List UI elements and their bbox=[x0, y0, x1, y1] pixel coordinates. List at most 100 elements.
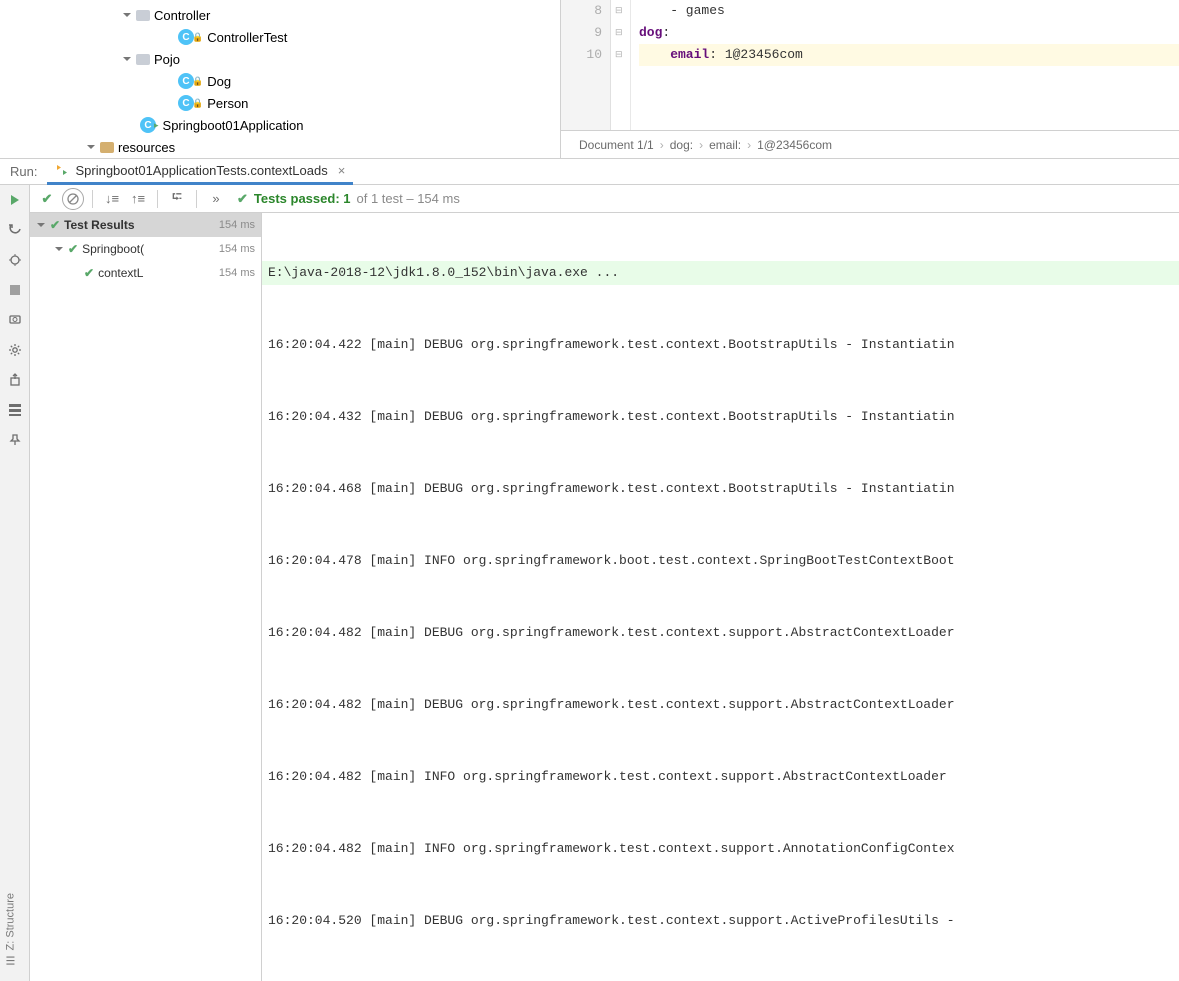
test-tree-root[interactable]: ✔ Test Results 154 ms bbox=[30, 213, 261, 237]
test-time: 154 ms bbox=[219, 243, 261, 255]
fold-column[interactable]: ⊟ ⊟ ⊟ bbox=[611, 0, 631, 130]
test-config-icon bbox=[55, 163, 69, 177]
code-line: - games bbox=[639, 0, 1179, 22]
console-line: 16:20:04.520 [main] DEBUG org.springfram… bbox=[262, 909, 1179, 933]
console-line: 16:20:04.482 [main] INFO org.springframe… bbox=[262, 765, 1179, 789]
tree-item-controllertest[interactable]: C 🔒 ControllerTest bbox=[0, 26, 560, 48]
chevron-down-icon bbox=[122, 54, 132, 64]
run-icon: ▸ bbox=[154, 120, 159, 131]
folder-icon bbox=[136, 10, 150, 21]
chevron-down-icon bbox=[36, 220, 46, 230]
breadcrumb-item[interactable]: Document 1/1 bbox=[579, 138, 654, 152]
console-line: 16:20:04.482 [main] DEBUG org.springfram… bbox=[262, 693, 1179, 717]
tree-label: Pojo bbox=[154, 52, 180, 67]
toggle-auto-button[interactable] bbox=[4, 219, 26, 241]
test-tree-node[interactable]: ✔ Springboot( 154 ms bbox=[30, 237, 261, 261]
console-line: 16:20:04.482 [main] INFO org.springframe… bbox=[262, 837, 1179, 861]
breadcrumb-item[interactable]: 1@23456com bbox=[757, 138, 832, 152]
breadcrumb-item[interactable]: dog: bbox=[670, 138, 693, 152]
tree-label: Person bbox=[207, 96, 248, 111]
more-button[interactable]: » bbox=[205, 188, 227, 210]
settings-button[interactable] bbox=[4, 339, 26, 361]
sort-up-button[interactable]: ↑≡ bbox=[127, 188, 149, 210]
chevron-right-icon: › bbox=[660, 138, 664, 152]
console-line: E:\java-2018-12\jdk1.8.0_152\bin\java.ex… bbox=[262, 261, 1179, 285]
line-number: 8 bbox=[561, 0, 602, 22]
tree-label: Controller bbox=[154, 8, 210, 23]
code-area[interactable]: - games dog: email: 1@23456com bbox=[631, 0, 1179, 130]
tree-item-application[interactable]: C ▸ Springboot01Application bbox=[0, 114, 560, 136]
status-passed: Tests passed: 1 bbox=[254, 191, 351, 206]
fold-marker-icon[interactable]: ⊟ bbox=[615, 27, 625, 37]
run-label: Run: bbox=[0, 164, 47, 179]
show-passed-button[interactable]: ✔ bbox=[36, 188, 58, 210]
test-tree[interactable]: ✔ Test Results 154 ms ✔ Springboot( 154 … bbox=[30, 213, 262, 981]
test-status: ✔ Tests passed: 1 of 1 test – 154 ms bbox=[237, 191, 460, 207]
test-tree-label: Test Results bbox=[64, 218, 134, 232]
test-tree-label: Springboot( bbox=[82, 242, 144, 256]
test-time: 154 ms bbox=[219, 219, 261, 231]
test-tree-label: contextL bbox=[98, 266, 143, 280]
stop-button[interactable] bbox=[4, 279, 26, 301]
pin-button[interactable] bbox=[4, 429, 26, 451]
tree-item-dog[interactable]: C 🔒 Dog bbox=[0, 70, 560, 92]
status-suffix: of 1 test – 154 ms bbox=[357, 191, 460, 206]
rerun-button[interactable] bbox=[4, 189, 26, 211]
test-time: 154 ms bbox=[219, 267, 261, 279]
tree-item-pojo[interactable]: Pojo bbox=[0, 48, 560, 70]
code-line: email: 1@23456com bbox=[639, 44, 1179, 66]
structure-icon: ☰ bbox=[4, 953, 17, 966]
console-line: 16:20:04.422 [main] DEBUG org.springfram… bbox=[262, 333, 1179, 357]
lock-icon: 🔒 bbox=[192, 98, 203, 109]
tree-label: ControllerTest bbox=[207, 30, 287, 45]
line-number: 9 bbox=[561, 22, 602, 44]
fold-marker-icon[interactable]: ⊟ bbox=[615, 49, 625, 59]
sort-down-button[interactable]: ↓≡ bbox=[101, 188, 123, 210]
tree-item-controller[interactable]: Controller bbox=[0, 4, 560, 26]
run-tool-header: Run: Springboot01ApplicationTests.contex… bbox=[0, 159, 1179, 185]
dump-button[interactable] bbox=[4, 309, 26, 331]
console-line: 16:20:04.478 [main] INFO org.springframe… bbox=[262, 549, 1179, 573]
export-button[interactable] bbox=[4, 369, 26, 391]
resources-icon bbox=[100, 142, 114, 153]
chevron-right-icon: › bbox=[699, 138, 703, 152]
project-tree[interactable]: Controller C 🔒 ControllerTest Pojo C 🔒 D… bbox=[0, 0, 560, 158]
show-ignored-button[interactable] bbox=[62, 188, 84, 210]
tree-label: resources bbox=[118, 140, 175, 155]
console-line: 16:20:04.482 [main] DEBUG org.springfram… bbox=[262, 621, 1179, 645]
layout-button[interactable] bbox=[4, 399, 26, 421]
gutter: 8 9 10 bbox=[561, 0, 611, 130]
console-output[interactable]: E:\java-2018-12\jdk1.8.0_152\bin\java.ex… bbox=[262, 213, 1179, 981]
check-icon: ✔ bbox=[237, 191, 248, 207]
expand-button[interactable]: ⮓ bbox=[166, 188, 188, 210]
lock-icon: 🔒 bbox=[192, 76, 203, 87]
check-icon: ✔ bbox=[68, 242, 78, 256]
tree-item-resources[interactable]: resources bbox=[0, 136, 560, 158]
test-toolbar: ✔ ↓≡ ↑≡ ⮓ » ✔ Tests passed: 1 of 1 test … bbox=[30, 185, 1179, 213]
run-left-toolbar bbox=[0, 185, 30, 981]
console-line: 16:20:04.432 [main] DEBUG org.springfram… bbox=[262, 405, 1179, 429]
line-number: 10 bbox=[561, 44, 602, 66]
lock-icon: 🔒 bbox=[192, 32, 203, 43]
chevron-down-icon bbox=[54, 244, 64, 254]
breadcrumb[interactable]: Document 1/1 › dog: › email: › 1@23456co… bbox=[561, 130, 1179, 158]
tree-label: Dog bbox=[207, 74, 231, 89]
check-icon: ✔ bbox=[84, 266, 94, 280]
chevron-right-icon: › bbox=[747, 138, 751, 152]
chevron-down-icon bbox=[86, 142, 96, 152]
test-tree-leaf[interactable]: ✔ contextL 154 ms bbox=[30, 261, 261, 285]
close-icon[interactable]: × bbox=[338, 163, 346, 178]
structure-tool-tab[interactable]: ☰ Z: Structure bbox=[2, 888, 19, 971]
run-tab-label: Springboot01ApplicationTests.contextLoad… bbox=[75, 163, 327, 178]
tree-label: Springboot01Application bbox=[163, 118, 304, 133]
editor-pane[interactable]: 8 9 10 ⊟ ⊟ ⊟ - games dog: email: 1@23456… bbox=[560, 0, 1179, 158]
run-tab[interactable]: Springboot01ApplicationTests.contextLoad… bbox=[47, 159, 353, 185]
tree-item-person[interactable]: C 🔒 Person bbox=[0, 92, 560, 114]
chevron-down-icon bbox=[122, 10, 132, 20]
console-line: 16:20:04.468 [main] DEBUG org.springfram… bbox=[262, 477, 1179, 501]
debug-rerun-button[interactable] bbox=[4, 249, 26, 271]
fold-marker-icon[interactable]: ⊟ bbox=[615, 5, 625, 15]
breadcrumb-item[interactable]: email: bbox=[709, 138, 741, 152]
code-line: dog: bbox=[639, 22, 1179, 44]
check-icon: ✔ bbox=[50, 218, 60, 232]
